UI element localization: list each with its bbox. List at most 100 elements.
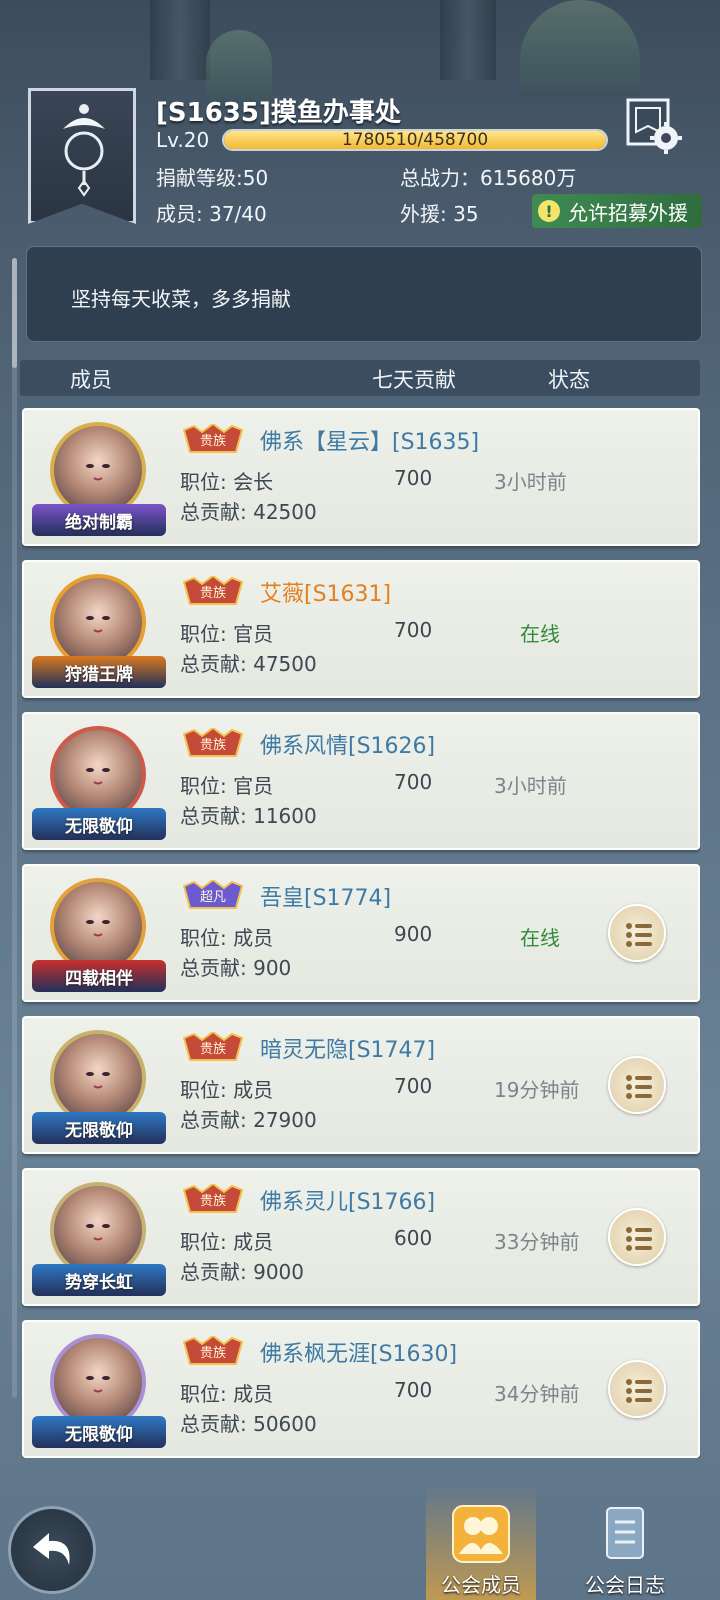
vip-badge-text: 贵族 (200, 1041, 226, 1057)
member-week-contribution: 600 (394, 1226, 433, 1250)
vip-badge-text: 贵族 (200, 433, 226, 449)
back-button[interactable] (8, 1506, 96, 1594)
column-week-contribution: 七天贡献 (372, 368, 456, 392)
member-week-contribution: 700 (394, 1074, 433, 1098)
back-arrow-icon (33, 1533, 70, 1565)
member-week-contribution: 900 (394, 922, 433, 946)
guild-xp-text: 1780510/458700 (341, 130, 489, 150)
vip-badge-icon: 贵族 (182, 1336, 244, 1365)
member-position: 职位: 官员 (180, 622, 274, 646)
member-status: 3小时前 (494, 470, 567, 494)
member-week-contribution: 700 (394, 1378, 433, 1402)
guild-level: Lv.20 (156, 128, 210, 152)
vip-badge-icon: 贵族 (182, 576, 244, 605)
member-position: 职位: 成员 (180, 926, 274, 950)
allow-recruit-toggle[interactable]: ! 允许招募外援 (532, 194, 702, 228)
member-title-badge: 狩猎王牌 (32, 656, 166, 688)
member-row[interactable]: 绝对制霸 贵族 佛系【星云】[S1635] 职位: 会长 700 3小时前 总贡… (22, 408, 700, 546)
member-menu-button[interactable] (608, 904, 666, 962)
member-name: 佛系灵儿[S1766] (260, 1190, 436, 1215)
member-position: 职位: 官员 (180, 774, 274, 798)
member-week-contribution: 700 (394, 770, 433, 794)
donate-level: 捐献等级:50 (156, 166, 269, 190)
member-list[interactable]: 绝对制霸 贵族 佛系【星云】[S1635] 职位: 会长 700 3小时前 总贡… (22, 408, 700, 1458)
vip-badge-icon: 贵族 (182, 1184, 244, 1213)
member-row[interactable]: 势穿长虹 贵族 佛系灵儿[S1766] 职位: 成员 600 33分钟前 总贡献… (22, 1168, 700, 1306)
recruit-label: 允许招募外援 (568, 200, 688, 225)
member-position: 职位: 成员 (180, 1230, 274, 1254)
member-avatar[interactable]: 无限敬仰 (32, 1326, 166, 1454)
list-menu-icon (626, 1075, 652, 1099)
member-row[interactable]: 无限敬仰 贵族 佛系风情[S1626] 职位: 官员 700 3小时前 总贡献:… (22, 712, 700, 850)
vip-badge-icon: 贵族 (182, 728, 244, 757)
member-position: 职位: 成员 (180, 1382, 274, 1406)
vip-badge-icon: 贵族 (182, 424, 244, 453)
total-power: 总战力：615680万 (400, 166, 577, 190)
member-total-contribution: 总贡献: 27900 (180, 1108, 317, 1132)
member-avatar[interactable]: 狩猎王牌 (32, 566, 166, 694)
guild-notice: 坚持每天收菜，多多捐献 (26, 246, 702, 342)
member-total-contribution: 总贡献: 9000 (180, 1260, 304, 1284)
member-title-badge: 无限敬仰 (32, 1112, 166, 1144)
settings-gear-icon (626, 98, 682, 154)
member-count: 成员: 37/40 (156, 202, 267, 226)
tab-guild-log[interactable]: 公会日志 (570, 1484, 680, 1600)
member-menu-button[interactable] (608, 1056, 666, 1114)
member-list-header: 成员 七天贡献 状态 (20, 360, 700, 396)
member-avatar[interactable]: 四载相伴 (32, 870, 166, 998)
vip-badge-text: 贵族 (200, 1345, 226, 1361)
tab-guild-members[interactable]: 公会成员 (426, 1484, 536, 1600)
member-status: 3小时前 (494, 774, 567, 798)
member-name: 吾皇[S1774] (260, 886, 392, 911)
vip-badge-text: 贵族 (200, 1193, 226, 1209)
tab-guild-log-label: 公会日志 (585, 1573, 665, 1597)
member-avatar[interactable]: 绝对制霸 (32, 414, 166, 542)
member-title-badge: 无限敬仰 (32, 1416, 166, 1448)
member-avatar[interactable]: 势穿长虹 (32, 1174, 166, 1302)
member-menu-button[interactable] (608, 1360, 666, 1418)
exclamation-icon: ! (538, 200, 560, 222)
tab-guild-members-label: 公会成员 (441, 1573, 521, 1597)
guild-name: [S1635]摸鱼办事处 (156, 98, 401, 128)
member-row[interactable]: 狩猎王牌 贵族 艾薇[S1631] 职位: 官员 700 在线 总贡献: 475… (22, 560, 700, 698)
vip-badge-text: 贵族 (200, 737, 226, 753)
scrollbar-track[interactable] (12, 258, 17, 1398)
portrait-icon (86, 1376, 110, 1393)
member-name: 暗灵无隐[S1747] (260, 1038, 436, 1063)
member-total-contribution: 总贡献: 42500 (180, 500, 317, 524)
member-position: 职位: 会长 (180, 470, 274, 494)
member-row[interactable]: 四载相伴 超凡 吾皇[S1774] 职位: 成员 900 在线 总贡献: 900 (22, 864, 700, 1002)
list-menu-icon (626, 923, 652, 947)
guild-xp-bar: 1780510/458700 (222, 129, 608, 151)
vip-badge-text: 超凡 (200, 890, 226, 905)
list-menu-icon (626, 1379, 652, 1403)
member-title-badge: 势穿长虹 (32, 1264, 166, 1296)
portrait-icon (86, 464, 110, 481)
scrollbar-thumb[interactable] (12, 258, 17, 368)
column-member: 成员 (70, 368, 112, 392)
member-avatar[interactable]: 无限敬仰 (32, 718, 166, 846)
vip-badge-icon: 贵族 (182, 1032, 244, 1061)
portrait-icon (86, 768, 110, 785)
portrait-icon (86, 1224, 110, 1241)
member-title-badge: 四载相伴 (32, 960, 166, 992)
vip-badge-icon: 超凡 (182, 880, 244, 909)
member-name: 佛系枫无涯[S1630] (260, 1342, 458, 1367)
column-status: 状态 (548, 368, 590, 392)
member-week-contribution: 700 (394, 618, 433, 642)
members-icon (452, 1505, 510, 1563)
member-menu-button[interactable] (608, 1208, 666, 1266)
portrait-icon (86, 616, 110, 633)
member-row[interactable]: 无限敬仰 贵族 暗灵无隐[S1747] 职位: 成员 700 19分钟前 总贡献… (22, 1016, 700, 1154)
member-total-contribution: 总贡献: 50600 (180, 1412, 317, 1436)
guild-emblem (28, 88, 136, 224)
member-avatar[interactable]: 无限敬仰 (32, 1022, 166, 1150)
member-total-contribution: 总贡献: 900 (180, 956, 292, 980)
member-status: 在线 (520, 622, 560, 646)
guild-settings-button[interactable] (622, 96, 688, 158)
member-total-contribution: 总贡献: 47500 (180, 652, 317, 676)
notice-text: 坚持每天收菜，多多捐献 (71, 287, 291, 311)
foreign-aid-count: 外援: 35 (400, 202, 479, 226)
member-week-contribution: 700 (394, 466, 433, 490)
member-row[interactable]: 无限敬仰 贵族 佛系枫无涯[S1630] 职位: 成员 700 34分钟前 总贡… (22, 1320, 700, 1458)
